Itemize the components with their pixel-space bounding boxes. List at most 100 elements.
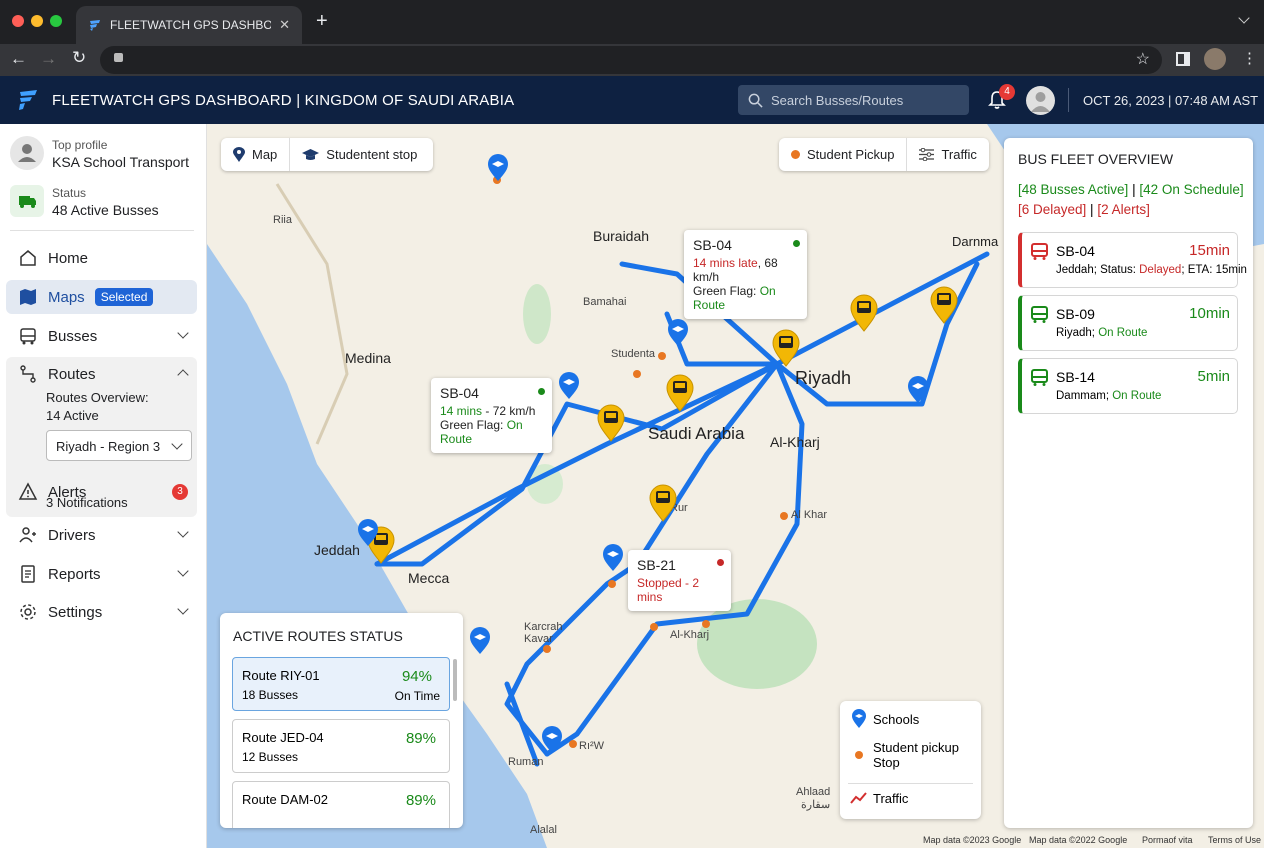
bus-callout-sb04-a[interactable]: SB-04 14 mins late, 68 km/h Green Flag: … bbox=[684, 230, 807, 319]
fleet-bus-row[interactable]: SB-04 15min Jeddah; Status: Delayed; ETA… bbox=[1018, 232, 1247, 288]
app-header: FLEETWATCH GPS DASHBOARD | KINGDOM OF SA… bbox=[0, 76, 1264, 124]
map-label-al-khar: Al Khar bbox=[791, 509, 828, 521]
browser-tabstrip: FLEETWATCH GPS DASHBOARD ✕ + bbox=[0, 0, 1264, 44]
bus-pin-icon[interactable] bbox=[648, 484, 678, 522]
sidebar-label-maps: Maps bbox=[48, 288, 85, 306]
bookmark-star-icon[interactable]: ☆ bbox=[1136, 49, 1150, 69]
routes-active-count: 14 Active bbox=[46, 408, 99, 423]
student-pickup-button[interactable]: Student Pickup bbox=[779, 138, 908, 171]
truck-icon bbox=[19, 196, 36, 208]
notification-count-badge: 4 bbox=[999, 84, 1015, 100]
tab-close-icon[interactable]: ✕ bbox=[279, 17, 290, 33]
app-title: FLEETWATCH GPS DASHBOARD | KINGDOM OF SA… bbox=[52, 92, 515, 109]
region-select[interactable]: Riyadh - Region 3 bbox=[46, 430, 192, 461]
new-tab-button[interactable]: + bbox=[316, 10, 328, 33]
callout-bus-id: SB-04 bbox=[693, 237, 732, 253]
student-stop-button[interactable]: Studentent stop bbox=[290, 138, 429, 171]
school-pin-icon[interactable] bbox=[667, 319, 689, 347]
route-name: Route DAM-02 bbox=[242, 792, 328, 807]
sidebar-item-home[interactable]: Home bbox=[6, 241, 197, 275]
route-busses: 18 Busses bbox=[242, 688, 299, 702]
route-card[interactable]: Route DAM-02 89% bbox=[232, 781, 450, 828]
school-pin-icon[interactable] bbox=[469, 627, 491, 655]
map-label-mecca: Mecca bbox=[408, 570, 450, 586]
browser-menu-icon[interactable]: ⋮ bbox=[1242, 49, 1257, 67]
fleet-bus-row[interactable]: SB-09 10min Riyadh; On Route bbox=[1018, 295, 1238, 351]
traffic-button[interactable]: Traffic bbox=[907, 138, 988, 171]
fleet-bus-id: SB-14 bbox=[1056, 369, 1095, 385]
fleetwatch-favicon-icon bbox=[90, 20, 100, 31]
pickup-dot-icon bbox=[855, 751, 863, 759]
map-canvas[interactable]: Buraidah Riyadh Medina Saudi Arabia Al-K… bbox=[207, 124, 1264, 848]
browser-tab[interactable]: FLEETWATCH GPS DASHBOARD ✕ bbox=[76, 6, 302, 44]
search-input[interactable]: Search Busses/Routes bbox=[738, 85, 969, 115]
school-pin-icon[interactable] bbox=[602, 544, 624, 572]
sidebar: Top profile KSA School Transport Status … bbox=[0, 124, 207, 848]
map-label-saudi-arabia: Saudi Arabia bbox=[648, 424, 745, 443]
user-avatar[interactable] bbox=[1026, 86, 1055, 115]
alerts-sub: 3 Notifications bbox=[46, 495, 128, 510]
traffic-line-icon bbox=[850, 792, 867, 804]
minimize-window-icon[interactable] bbox=[31, 15, 43, 27]
school-pin-icon[interactable] bbox=[487, 154, 509, 182]
map-label-alkharj: Al-Kharj bbox=[770, 434, 820, 450]
home-icon bbox=[20, 250, 36, 266]
map-label-jeddah: Jeddah bbox=[314, 542, 360, 558]
bus-pin-icon[interactable] bbox=[849, 294, 879, 332]
fleet-bus-row[interactable]: SB-14 5min Dammam; On Route bbox=[1018, 358, 1238, 414]
map-label-medina: Medina bbox=[345, 350, 391, 366]
bus-pin-icon[interactable] bbox=[596, 404, 626, 442]
map-view-button[interactable]: Map bbox=[221, 138, 291, 171]
active-routes-panel: ACTIVE ROUTES STATUS Route RIY-01 18 Bus… bbox=[220, 613, 463, 828]
header-datetime: OCT 26, 2023 | 07:48 AM AST bbox=[1083, 93, 1259, 108]
fleet-bus-city: Riyadh; bbox=[1056, 327, 1099, 339]
map-label-buraidah: Buraidah bbox=[593, 228, 650, 244]
maximize-window-icon[interactable] bbox=[50, 15, 62, 27]
browser-avatar[interactable] bbox=[1204, 48, 1226, 70]
callout-flag-label: Green Flag: bbox=[440, 418, 507, 432]
graduation-cap-icon bbox=[302, 149, 320, 160]
back-icon[interactable]: ← bbox=[10, 49, 27, 69]
route-card[interactable]: Route RIY-01 18 Busses 94% On Time bbox=[232, 657, 450, 711]
profile-name: KSA School Transport bbox=[52, 154, 189, 170]
sidebar-item-reports[interactable]: Reports bbox=[6, 557, 197, 591]
fleet-bus-status: On Route bbox=[1112, 390, 1162, 402]
close-window-icon[interactable] bbox=[12, 15, 24, 27]
search-placeholder: Search Busses/Routes bbox=[771, 92, 904, 108]
bus-pin-icon[interactable] bbox=[771, 329, 801, 367]
sidebar-item-routes[interactable]: Routes bbox=[6, 357, 197, 391]
route-percent: 89% bbox=[405, 730, 436, 747]
forward-icon[interactable]: → bbox=[40, 49, 57, 69]
sidebar-item-busses[interactable]: Busses bbox=[6, 319, 197, 353]
school-pin-icon bbox=[852, 709, 866, 728]
bus-pin-icon[interactable] bbox=[929, 286, 959, 324]
sidebar-item-maps[interactable]: Maps Selected bbox=[6, 280, 197, 314]
school-pin-icon[interactable] bbox=[357, 519, 379, 547]
map-label-karcrah: Karcrah Kavar bbox=[524, 621, 563, 645]
route-card[interactable]: Route JED-04 12 Busses 89% bbox=[232, 719, 450, 773]
school-pin-icon[interactable] bbox=[541, 726, 563, 754]
sidepanel-icon[interactable] bbox=[1176, 52, 1190, 66]
map-credit-4[interactable]: Terms of Use bbox=[1208, 835, 1261, 845]
school-pin-icon[interactable] bbox=[558, 372, 580, 400]
bus-pin-icon[interactable] bbox=[665, 374, 695, 412]
notifications-button[interactable]: 4 bbox=[988, 84, 1015, 112]
sidebar-item-settings[interactable]: Settings bbox=[6, 595, 197, 629]
map-credit-3[interactable]: Pormaof vita bbox=[1142, 835, 1193, 845]
routes-scrollbar[interactable] bbox=[453, 659, 457, 701]
school-pin-icon[interactable] bbox=[907, 376, 929, 404]
reload-icon[interactable]: ↻ bbox=[72, 48, 86, 68]
active-routes-title: ACTIVE ROUTES STATUS bbox=[233, 628, 403, 644]
bus-callout-sb21[interactable]: SB-21 Stopped - 2 mins bbox=[628, 550, 731, 611]
status-icon-box bbox=[10, 185, 44, 217]
address-bar[interactable]: ☆ bbox=[100, 46, 1162, 74]
bus-callout-sb04-b[interactable]: SB-04 14 mins - 72 km/h Green Flag: On R… bbox=[431, 378, 552, 453]
map-label-riia: Riia bbox=[273, 214, 292, 226]
sidebar-item-drivers[interactable]: Drivers bbox=[6, 518, 197, 552]
map-credit-1: Map data ©2023 Google bbox=[923, 835, 1022, 845]
legend-divider bbox=[848, 783, 973, 784]
fleet-active: [48 Busses Active] bbox=[1018, 182, 1129, 197]
chevron-down-icon bbox=[177, 565, 189, 577]
tab-list-icon[interactable] bbox=[1238, 12, 1250, 24]
route-icon bbox=[20, 365, 36, 383]
